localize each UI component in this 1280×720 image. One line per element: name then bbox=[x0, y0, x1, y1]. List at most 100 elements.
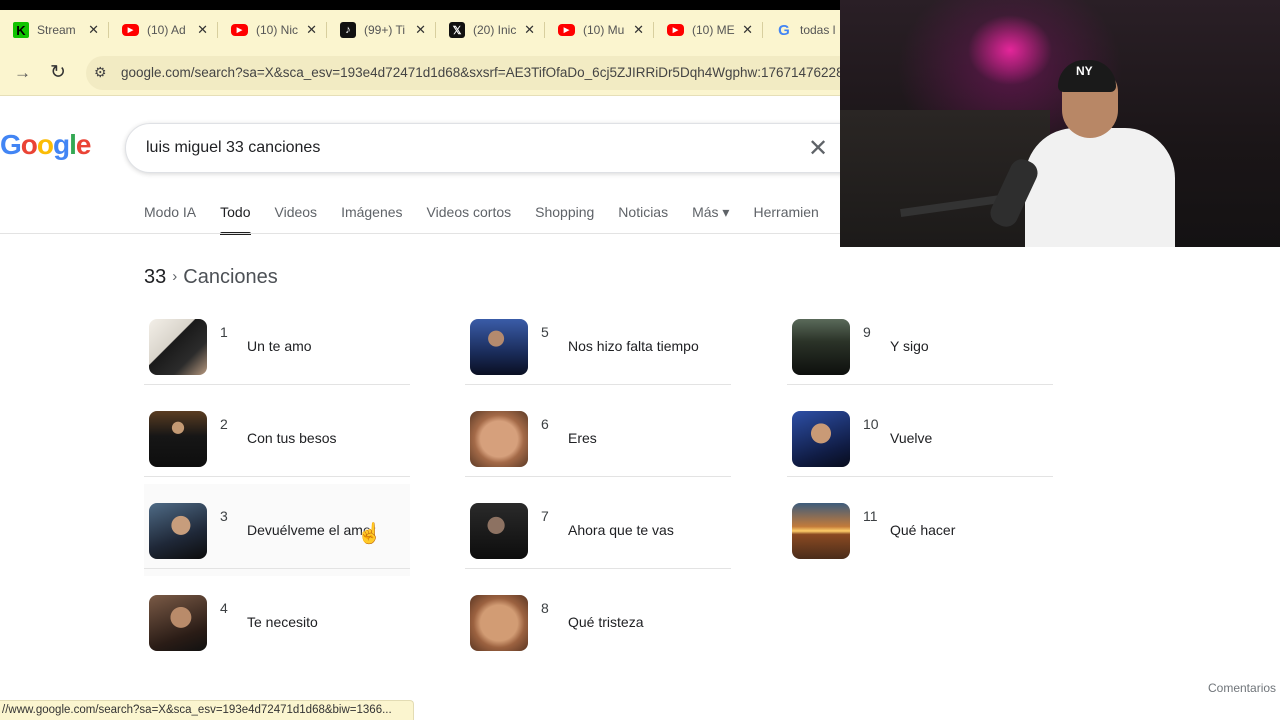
tab-modo-ia[interactable]: Modo IA bbox=[144, 204, 196, 235]
kick-icon: K bbox=[13, 22, 29, 38]
song-title[interactable]: Y sigo bbox=[890, 338, 929, 354]
song-title[interactable]: Te necesito bbox=[247, 614, 318, 630]
song-thumbnail[interactable] bbox=[149, 595, 207, 651]
song-divider bbox=[144, 384, 410, 385]
clear-search-icon[interactable]: ✕ bbox=[808, 134, 828, 163]
song-number: 8 bbox=[541, 600, 549, 616]
reload-icon[interactable]: ↻ bbox=[50, 61, 66, 84]
cap-logo-icon: NY bbox=[1076, 64, 1093, 78]
song-thumbnail[interactable] bbox=[470, 411, 528, 467]
song-thumbnail[interactable] bbox=[792, 411, 850, 467]
browser-tab[interactable]: ▶ (10) Mu ✕ bbox=[545, 10, 654, 50]
google-logo[interactable]: Google bbox=[0, 129, 91, 161]
search-nav-tabs: Modo IA Todo Videos Imágenes Videos cortos Sh… bbox=[144, 204, 843, 235]
tab-herramien[interactable]: Herramien bbox=[753, 204, 818, 235]
close-tab-icon[interactable]: ✕ bbox=[633, 22, 644, 38]
tab-shopping[interactable]: Shopping bbox=[535, 204, 594, 235]
song-title[interactable]: Ahora que te vas bbox=[568, 522, 674, 538]
song-thumbnail[interactable] bbox=[792, 319, 850, 375]
song-number: 10 bbox=[863, 416, 879, 432]
hand-cursor-icon: ☝ bbox=[357, 523, 382, 545]
close-tab-icon[interactable]: ✕ bbox=[306, 22, 317, 38]
song-thumbnail[interactable] bbox=[470, 503, 528, 559]
search-input[interactable]: luis miguel 33 canciones bbox=[146, 139, 320, 157]
tab-title: (10) ME bbox=[692, 23, 735, 37]
song-number: 11 bbox=[863, 508, 878, 524]
tab-más[interactable]: Más ▾ bbox=[692, 204, 729, 235]
close-tab-icon[interactable]: ✕ bbox=[88, 22, 99, 38]
song-title[interactable]: Nos hizo falta tiempo bbox=[568, 338, 699, 354]
tab-title: (10) Nic bbox=[256, 23, 299, 37]
tab-imágenes[interactable]: Imágenes bbox=[341, 204, 402, 235]
song-item[interactable]: 8 Qué tristeza bbox=[465, 576, 731, 668]
song-item[interactable]: 2 Con tus besos bbox=[144, 392, 410, 484]
tab-todo[interactable]: Todo bbox=[220, 204, 251, 235]
browser-tab[interactable]: ▶ (10) ME ✕ bbox=[654, 10, 763, 50]
close-tab-icon[interactable]: ✕ bbox=[524, 22, 535, 38]
song-title[interactable]: Vuelve bbox=[890, 430, 932, 446]
song-title[interactable]: Qué tristeza bbox=[568, 614, 643, 630]
song-number: 9 bbox=[863, 324, 871, 340]
song-number: 5 bbox=[541, 324, 549, 340]
tab-videos-cortos[interactable]: Videos cortos bbox=[427, 204, 512, 235]
address-url: google.com/search?sa=X&sca_esv=193e4d724… bbox=[121, 65, 844, 80]
browser-tab[interactable]: K Stream ✕ bbox=[0, 10, 109, 50]
breadcrumb-canciones: Canciones bbox=[183, 266, 278, 288]
song-divider bbox=[787, 476, 1053, 477]
song-item[interactable]: 5 Nos hizo falta tiempo bbox=[465, 300, 731, 392]
window-top-strip bbox=[0, 0, 840, 10]
song-item[interactable]: 11 Qué hacer bbox=[787, 484, 1053, 576]
x-icon: 𝕏 bbox=[449, 22, 465, 38]
close-tab-icon[interactable]: ✕ bbox=[742, 22, 753, 38]
song-number: 4 bbox=[220, 600, 228, 616]
song-number: 2 bbox=[220, 416, 228, 432]
search-box[interactable]: luis miguel 33 canciones ✕ bbox=[125, 123, 865, 173]
song-title[interactable]: Eres bbox=[568, 430, 597, 446]
tab-noticias[interactable]: Noticias bbox=[618, 204, 668, 235]
tab-title: todas l bbox=[800, 23, 836, 37]
song-item[interactable]: 10 Vuelve bbox=[787, 392, 1053, 484]
address-bar[interactable]: ⚙ google.com/search?sa=X&sca_esv=193e4d7… bbox=[86, 56, 856, 90]
tab-title: (20) Inic bbox=[473, 23, 517, 37]
song-number: 3 bbox=[220, 508, 228, 524]
webcam-overlay: NY bbox=[840, 0, 1280, 247]
site-settings-icon[interactable]: ⚙ bbox=[94, 64, 107, 81]
close-tab-icon[interactable]: ✕ bbox=[197, 22, 208, 38]
youtube-icon: ▶ bbox=[231, 24, 248, 36]
feedback-link[interactable]: Comentarios bbox=[1208, 681, 1276, 695]
breadcrumb-separator: › bbox=[172, 268, 178, 285]
breadcrumb-count[interactable]: 33 bbox=[144, 266, 166, 288]
breadcrumb: 33 › Canciones bbox=[144, 266, 278, 289]
song-thumbnail[interactable] bbox=[470, 319, 528, 375]
youtube-icon: ▶ bbox=[122, 24, 139, 36]
song-thumbnail[interactable] bbox=[792, 503, 850, 559]
song-item[interactable]: 7 Ahora que te vas bbox=[465, 484, 731, 576]
song-item[interactable]: 9 Y sigo bbox=[787, 300, 1053, 392]
status-url: //www.google.com/search?sa=X&sca_esv=193… bbox=[2, 704, 392, 716]
forward-icon[interactable]: → bbox=[14, 63, 31, 83]
song-title[interactable]: Qué hacer bbox=[890, 522, 955, 538]
close-tab-icon[interactable]: ✕ bbox=[415, 22, 426, 38]
song-divider bbox=[465, 384, 731, 385]
tab-title: (10) Mu bbox=[583, 23, 625, 37]
song-thumbnail[interactable] bbox=[149, 319, 207, 375]
song-thumbnail[interactable] bbox=[149, 411, 207, 467]
tab-videos[interactable]: Videos bbox=[275, 204, 318, 235]
header-divider bbox=[0, 233, 840, 234]
browser-tab[interactable]: ▶ (10) Ad ✕ bbox=[109, 10, 218, 50]
browser-tab[interactable]: 𝕏 (20) Inic ✕ bbox=[436, 10, 545, 50]
song-item[interactable]: 1 Un te amo bbox=[144, 300, 410, 392]
song-divider bbox=[144, 568, 410, 569]
song-title[interactable]: Un te amo bbox=[247, 338, 312, 354]
song-item[interactable]: 6 Eres bbox=[465, 392, 731, 484]
song-number: 7 bbox=[541, 508, 549, 524]
browser-tab[interactable]: ▶ (10) Nic ✕ bbox=[218, 10, 327, 50]
song-title[interactable]: Con tus besos bbox=[247, 430, 337, 446]
song-item[interactable]: 4 Te necesito bbox=[144, 576, 410, 668]
song-thumbnail[interactable] bbox=[149, 503, 207, 559]
song-number: 6 bbox=[541, 416, 549, 432]
song-thumbnail[interactable] bbox=[470, 595, 528, 651]
browser-tab[interactable]: Gtodas l✕ bbox=[763, 10, 840, 50]
browser-tab[interactable]: ♪ (99+) Ti ✕ bbox=[327, 10, 436, 50]
youtube-icon: ▶ bbox=[667, 24, 684, 36]
